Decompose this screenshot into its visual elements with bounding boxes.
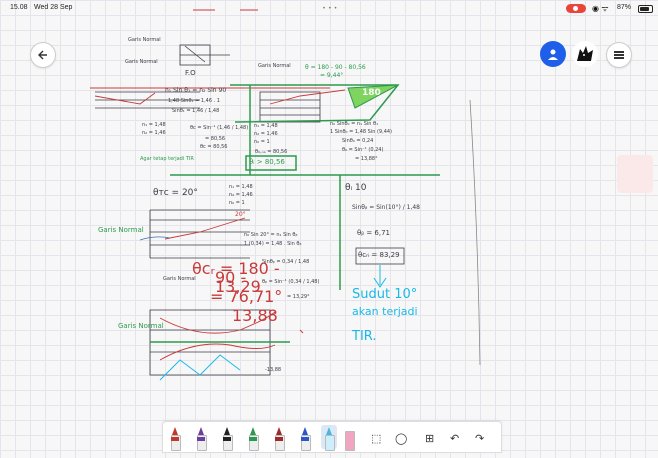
note-box-answer: θᵢ > 80,56: [249, 158, 285, 166]
note-right-mid-4: θ₀ = Sin⁻¹ (0,24): [342, 147, 384, 153]
note-garis-normal-1: Garis Normal: [128, 37, 161, 43]
note-sudut-1: Sudut 10°: [352, 287, 418, 302]
add-button[interactable]: ⊞: [425, 425, 441, 449]
note-garis3: Garis Normal: [118, 322, 164, 330]
shape-icon: ◯: [395, 433, 408, 445]
note-f1: Garis Normal: [258, 63, 291, 69]
note-snell2-4: θᵦ = Sin⁻¹ (0,34 / 1,48): [262, 279, 320, 285]
note-theta-b: θᵦ = 6,71: [357, 229, 390, 237]
pen-icon: [197, 427, 207, 451]
note-right-mid-3: Sinθ₀ = 0,24: [342, 138, 374, 144]
undo-icon: ↶: [450, 433, 460, 445]
note-garis-normal-2: Garis Normal: [125, 59, 158, 65]
redo-icon: ↷: [475, 433, 485, 445]
undo-button[interactable]: ↶: [450, 425, 466, 449]
note-garis-normal-mid: Garis Normal: [98, 226, 144, 234]
pen-purple-tool[interactable]: [193, 425, 209, 451]
highlighter-tool[interactable]: [321, 425, 337, 451]
note-agar: Agar tetap terjadi TIR: [140, 156, 194, 162]
note-n-mid-3: n₀ = 1: [229, 200, 245, 206]
note-theta-na: θ₀,ₙₐ = 80,56: [255, 149, 288, 155]
note-theta-cr-4: = 76,71°: [210, 287, 283, 306]
note-line2: 1,48 Sinθ₁ = 1,46 . 1: [168, 98, 220, 104]
note-n-mid-1: n₁ = 1,48: [229, 184, 253, 190]
note-mid-n2: n₂ = 1,46: [254, 131, 278, 137]
eraser-icon: [345, 427, 355, 451]
note-1388: 13,88: [232, 306, 278, 325]
lasso-tool[interactable]: ⬚: [371, 425, 387, 449]
note-theta-c-box: θᴄ = 80,56: [200, 144, 228, 150]
note-n-mid-2: n₂ = 1,46: [229, 192, 253, 198]
pen-blue-tool[interactable]: [297, 425, 313, 451]
pen-icon: [171, 427, 181, 451]
note-angle20: 20°: [235, 211, 246, 218]
note-snell2-2: 1 (0,34) = 1,48 . Sin θᵦ: [244, 241, 302, 247]
pen-red-tool[interactable]: [167, 425, 183, 451]
highlighter-icon: [325, 427, 335, 451]
pen-green-tool[interactable]: [245, 425, 261, 451]
pen-icon: [249, 427, 259, 451]
eraser-tool[interactable]: [341, 425, 357, 451]
note-box180: 180: [362, 88, 381, 98]
note-snell2-1: n₀ Sin 20° = n₁ Sin θᵦ: [244, 232, 298, 238]
pen-icon: [223, 427, 233, 451]
note-right-mid-5: = 13,88°: [355, 156, 378, 162]
redo-button[interactable]: ↷: [475, 425, 491, 449]
note-theta-c-val: = 80,56: [205, 136, 226, 142]
note-1388b: -13,88: [265, 367, 282, 373]
shape-tool[interactable]: ◯: [395, 425, 411, 449]
note-sin-theta-b: Sinθᵦ = Sin(10°) / 1,48: [352, 204, 420, 211]
note-theta-tc: θᴛᴄ = 20°: [153, 188, 198, 198]
note-theta-c: θᴄ = Sin⁻¹ (1,46 / 1,48): [190, 125, 249, 131]
note-mid-n1: n₁ = 1,48: [254, 123, 278, 129]
note-right-mid-2: 1 Sinθ₀ = 1,48 Sin (9,44): [330, 129, 393, 135]
note-sudut-3: TIR.: [352, 329, 377, 344]
note-n2: n₂ = 1,46: [142, 130, 166, 136]
pen-dark-red-tool[interactable]: [271, 425, 287, 451]
note-fo: F.O: [185, 69, 196, 77]
drawing-toolbar: ⬚ ◯ ⊞ ↶ ↷: [162, 421, 502, 453]
lasso-icon: ⬚: [371, 433, 382, 445]
note-right-mid-1: n₀ Sinθ₀ = n₁ Sin θ₁: [330, 121, 379, 127]
note-garis2: Garis Normal: [163, 276, 196, 282]
note-right-top2: = 9,44°: [320, 72, 344, 79]
note-mid-n3: n₀ = 1: [254, 139, 270, 145]
note-n1: n₁ = 1,48: [142, 122, 166, 128]
note-right-top: θ = 180 - 90 - 80,56: [305, 64, 366, 71]
note-line3: Sinθ₁ = 1,46 / 1,48: [172, 108, 220, 114]
note-snell2-5: = 13,29°: [287, 294, 310, 300]
note-sudut-2: akan terjadi: [352, 305, 418, 318]
pen-icon: [275, 427, 285, 451]
note-theta10: θᵢ 10: [345, 183, 367, 193]
note-theta-cri: θᴄᵣᵢ = 83,29: [358, 251, 400, 259]
plus-icon: ⊞: [425, 433, 435, 445]
pen-icon: [301, 427, 311, 451]
pen-black-tool[interactable]: [219, 425, 235, 451]
note-sin-eq: n₁ Sin θ₁ = n₂ Sin 90: [165, 87, 227, 94]
